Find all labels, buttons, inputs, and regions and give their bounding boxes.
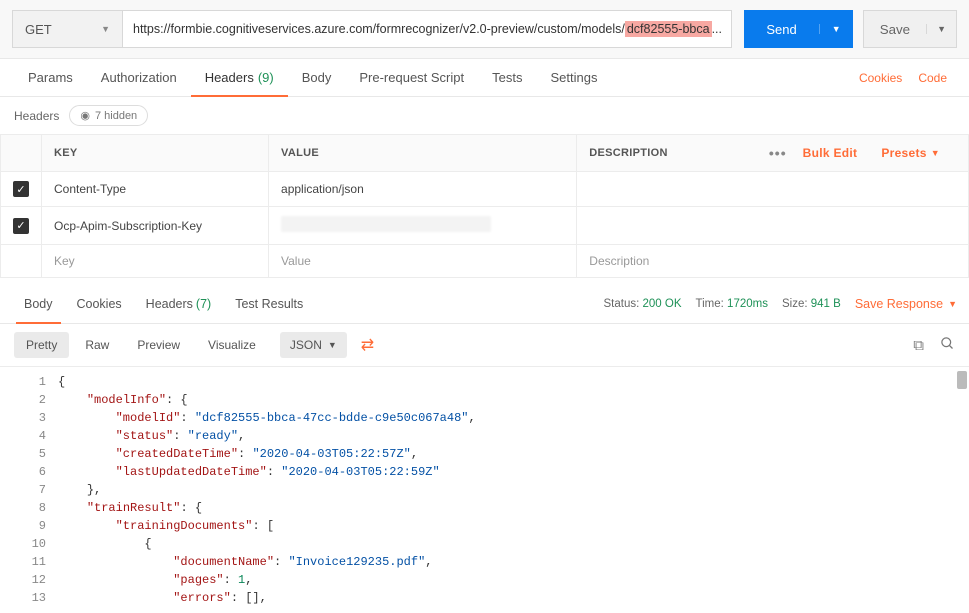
- scrollbar[interactable]: [955, 367, 969, 613]
- response-tab-headers[interactable]: Headers(7): [134, 284, 224, 323]
- response-tab-cookies[interactable]: Cookies: [65, 284, 134, 323]
- view-raw-button[interactable]: Raw: [73, 332, 121, 358]
- chevron-down-icon: ▼: [101, 24, 110, 34]
- tab-settings[interactable]: Settings: [536, 59, 611, 96]
- time-value: 1720ms: [727, 298, 768, 310]
- checkbox[interactable]: ✓: [13, 218, 29, 234]
- view-preview-button[interactable]: Preview: [125, 332, 192, 358]
- description-input[interactable]: Description: [577, 245, 969, 278]
- header-value-cell[interactable]: application/json: [269, 172, 577, 207]
- format-select[interactable]: JSON ▼: [280, 332, 347, 358]
- status-value: 200 OK: [643, 298, 682, 310]
- col-description: DESCRIPTION ••• Bulk Edit Presets ▼: [577, 135, 969, 172]
- header-value-cell[interactable]: [269, 207, 577, 245]
- code-link[interactable]: Code: [910, 71, 955, 85]
- presets-dropdown[interactable]: Presets ▼: [873, 146, 948, 160]
- send-button[interactable]: Send ▼: [744, 10, 852, 48]
- tab-headers[interactable]: Headers(9): [191, 59, 288, 96]
- search-icon[interactable]: [940, 336, 955, 355]
- wrap-lines-icon[interactable]: ⇄: [361, 335, 374, 355]
- save-response-button[interactable]: Save Response ▼: [855, 297, 957, 311]
- value-input[interactable]: Value: [269, 245, 577, 278]
- table-row-new[interactable]: Key Value Description: [1, 245, 969, 278]
- tab-body[interactable]: Body: [288, 59, 346, 96]
- table-row[interactable]: ✓ Content-Type application/json: [1, 172, 969, 207]
- size-value: 941 B: [811, 298, 841, 310]
- col-value: VALUE: [269, 135, 577, 172]
- hidden-headers-toggle[interactable]: ◉ 7 hidden: [69, 105, 148, 126]
- headers-table: KEY VALUE DESCRIPTION ••• Bulk Edit Pres…: [0, 134, 969, 278]
- more-options-icon[interactable]: •••: [769, 145, 787, 161]
- bulk-edit-link[interactable]: Bulk Edit: [795, 146, 866, 160]
- checkbox[interactable]: ✓: [13, 181, 29, 197]
- response-tab-test-results[interactable]: Test Results: [223, 284, 315, 323]
- header-desc-cell[interactable]: [577, 172, 969, 207]
- view-visualize-button[interactable]: Visualize: [196, 332, 268, 358]
- http-method-select[interactable]: GET ▼: [12, 10, 122, 48]
- response-body-viewer[interactable]: 12345678910111213 { "modelInfo": { "mode…: [0, 367, 969, 613]
- http-method-label: GET: [25, 22, 52, 37]
- headers-title: Headers: [14, 109, 59, 123]
- key-input[interactable]: Key: [42, 245, 269, 278]
- cookies-link[interactable]: Cookies: [851, 71, 910, 85]
- code-content[interactable]: { "modelInfo": { "modelId": "dcf82555-bb…: [58, 367, 969, 613]
- url-input[interactable]: https://formbie.cognitiveservices.azure.…: [122, 10, 732, 48]
- masked-value: [281, 216, 491, 232]
- tab-prerequest[interactable]: Pre-request Script: [345, 59, 478, 96]
- tab-params[interactable]: Params: [14, 59, 87, 96]
- view-pretty-button[interactable]: Pretty: [14, 332, 69, 358]
- save-button[interactable]: Save ▼: [863, 10, 957, 48]
- line-gutter: 12345678910111213: [0, 367, 58, 613]
- chevron-down-icon: ▼: [328, 340, 337, 350]
- copy-icon[interactable]: ⧉: [913, 337, 924, 354]
- table-row[interactable]: ✓ Ocp-Apim-Subscription-Key: [1, 207, 969, 245]
- chevron-down-icon[interactable]: ▼: [926, 24, 956, 34]
- header-key-cell[interactable]: Content-Type: [42, 172, 269, 207]
- tab-authorization[interactable]: Authorization: [87, 59, 191, 96]
- chevron-down-icon[interactable]: ▼: [819, 24, 853, 34]
- eye-icon: ◉: [80, 109, 90, 122]
- tab-tests[interactable]: Tests: [478, 59, 536, 96]
- header-key-cell[interactable]: Ocp-Apim-Subscription-Key: [42, 207, 269, 245]
- response-tab-body[interactable]: Body: [12, 284, 65, 323]
- header-desc-cell[interactable]: [577, 207, 969, 245]
- col-key: KEY: [42, 135, 269, 172]
- chevron-down-icon: ▼: [948, 299, 957, 309]
- chevron-down-icon: ▼: [931, 148, 940, 158]
